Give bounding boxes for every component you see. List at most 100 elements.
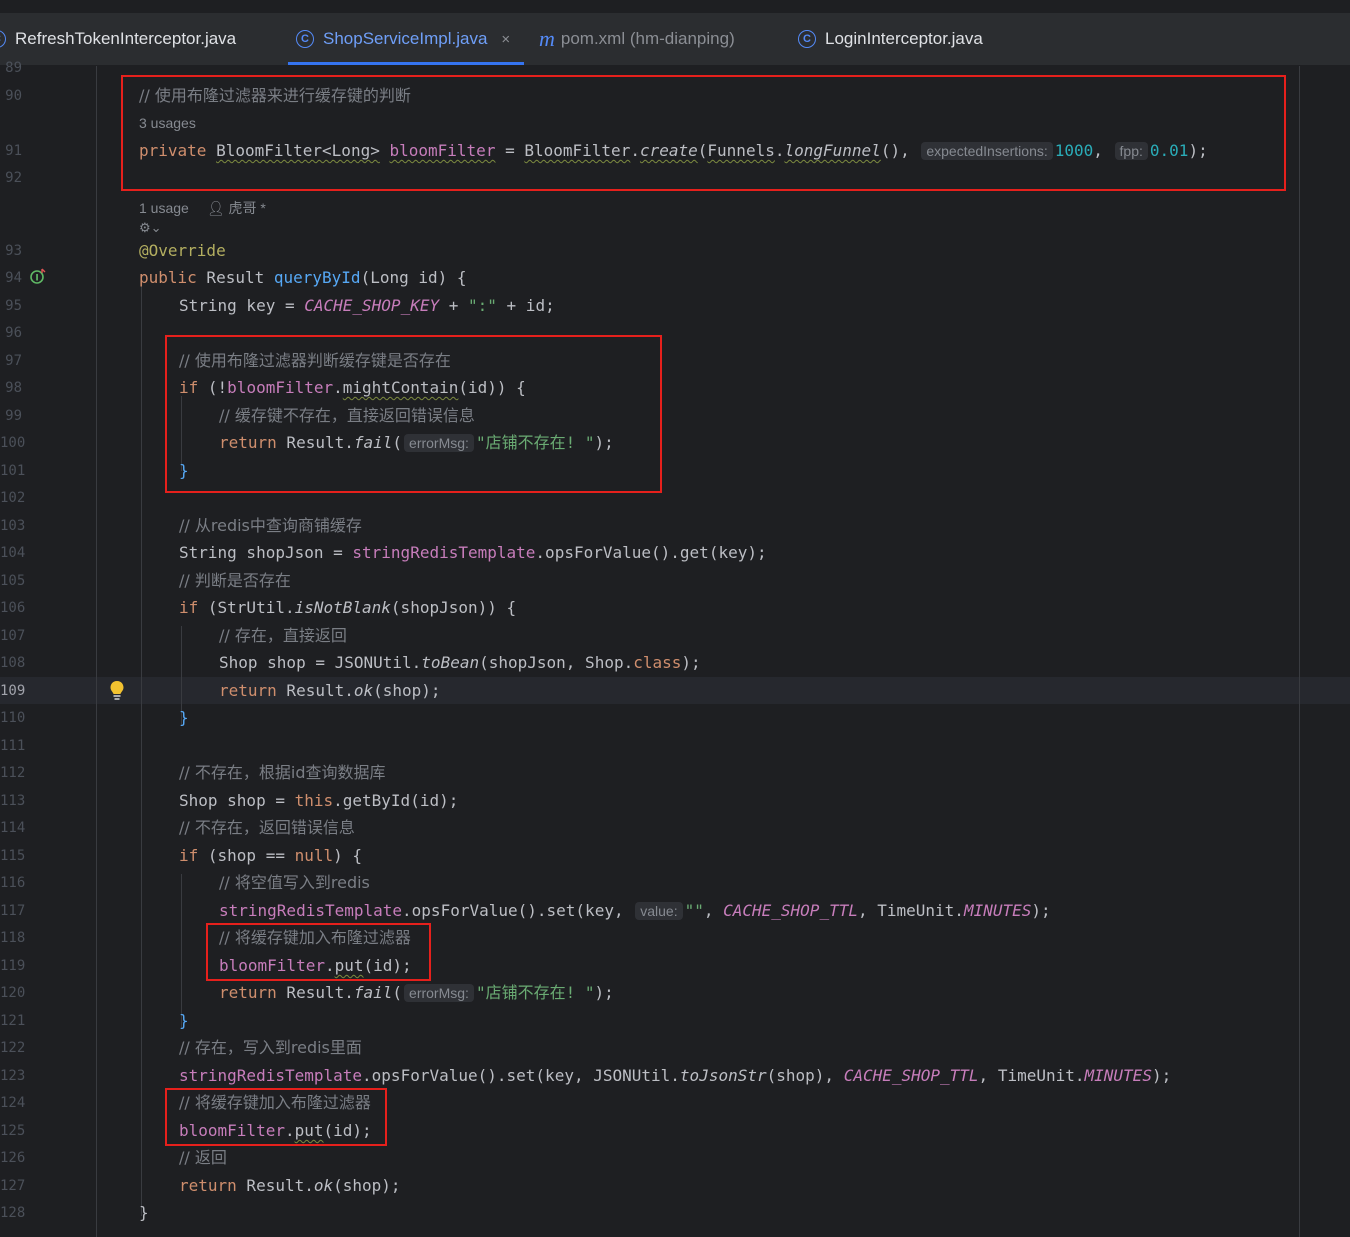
code-line: return Result.fail(errorMsg: "店铺不存在! "); [219,433,614,452]
code-line: // 将缓存键加入布隆过滤器 [219,928,411,947]
code-line: // 存在，写入到redis里面 [179,1038,362,1057]
line-number: 98 [5,380,22,396]
editor-tab-bar: C RefreshTokenInterceptor.java C ShopSer… [0,0,1350,66]
line-number: 102 [0,490,26,506]
toolbar-strip [0,0,1350,13]
line-number: 118 [0,930,26,946]
override-marker-icon[interactable]: I [30,268,46,284]
line-number: 119 [0,958,26,974]
line-number: 121 [0,1013,26,1029]
line-number: 128 [0,1205,26,1221]
line-number: 93 [5,243,22,259]
code-line: // 使用布隆过滤器来进行缓存键的判断 [139,86,411,105]
tab-label: RefreshTokenInterceptor.java [15,29,237,48]
indent-guide [181,874,182,1029]
code-line: String key = CACHE_SHOP_KEY + ":" + id; [179,296,555,315]
line-number: 96 [5,325,22,341]
class-icon: C [0,30,6,48]
code-line: private BloomFilter<Long> bloomFilter = … [139,141,1208,160]
class-icon: C [798,30,816,48]
line-number: 127 [0,1178,26,1194]
tab-login-interceptor[interactable]: C LoginInterceptor.java [798,13,983,65]
line-number-current: 109 [0,683,26,699]
line-number: 124 [0,1095,26,1111]
code-line: // 判断是否存在 [179,571,291,590]
current-line-highlight [0,677,1350,704]
class-icon: C [296,30,314,48]
usages-hint[interactable]: 1 usage 👤︎ 虎哥 * [139,198,266,218]
indent-guide [141,286,142,1216]
active-tab-indicator [288,62,524,65]
code-line: // 将缓存键加入布隆过滤器 [179,1093,371,1112]
code-line: stringRedisTemplate.opsForValue().set(ke… [179,1066,1172,1085]
code-line: bloomFilter.put(id); [179,1121,372,1140]
line-number: 106 [0,600,26,616]
code-line: if (!bloomFilter.mightContain(id)) { [179,378,526,397]
line-number: 126 [0,1150,26,1166]
line-number: 105 [0,573,26,589]
svg-text:I: I [35,274,38,284]
line-number: 120 [0,985,26,1001]
line-number: 95 [5,298,22,314]
line-number: 91 [5,143,22,159]
line-number: 111 [0,738,26,754]
code-line: return Result.fail(errorMsg: "店铺不存在! "); [219,983,614,1002]
code-line: // 不存在，根据id查询数据库 [179,763,386,782]
line-number: 122 [0,1040,26,1056]
gutter-separator [96,66,97,1237]
code-line: // 缓存键不存在，直接返回错误信息 [219,406,475,425]
tab-label: LoginInterceptor.java [825,29,983,48]
line-number: 107 [0,628,26,644]
line-number: 113 [0,793,26,809]
code-line: // 不存在，返回错误信息 [179,818,355,837]
line-number: 116 [0,875,26,891]
lightbulb-icon[interactable] [109,680,125,702]
line-number: 117 [0,903,26,919]
line-number: 104 [0,545,26,561]
line-number: 114 [0,820,26,836]
tab-shop-service-impl[interactable]: C ShopServiceImpl.java × [296,13,510,65]
line-number: 97 [5,353,22,369]
code-editor[interactable]: 89 90 91 92 93 94 95 96 97 98 99 100 101… [0,60,1350,1237]
tab-pom-xml[interactable]: m pom.xml (hm-dianping) [539,13,735,65]
maven-icon: m [539,26,555,51]
usages-hint[interactable]: 3 usages [139,115,196,131]
line-number: 115 [0,848,26,864]
line-number: 123 [0,1068,26,1084]
line-number: 92 [5,170,22,186]
right-margin-guide [1299,66,1300,1237]
tab-refresh-token-interceptor[interactable]: C RefreshTokenInterceptor.java [0,13,236,65]
code-line: if (shop == null) { [179,846,363,865]
line-number: 103 [0,518,26,534]
line-number: 89 [5,60,22,76]
code-line: } [139,1203,149,1222]
line-number: 90 [5,88,22,104]
line-number: 125 [0,1123,26,1139]
code-line: Shop shop = this.getById(id); [179,791,459,810]
code-line: return Result.ok(shop); [219,681,441,700]
code-line: } [179,461,189,480]
code-line: } [179,708,189,727]
code-line: if (StrUtil.isNotBlank(shopJson)) { [179,598,517,617]
ai-assist-icon[interactable]: ⚙⌄ [139,220,162,236]
code-line: public Result queryById(Long id) { [139,268,467,287]
author-name: 虎哥 * [228,200,266,216]
line-number: 100 [0,435,26,451]
usages-count: 1 usage [139,200,189,216]
code-line: // 使用布隆过滤器判断缓存键是否存在 [179,351,451,370]
code-line: } [179,1011,189,1030]
line-number: 110 [0,710,26,726]
code-line: // 将空值写入到redis [219,873,370,892]
code-line: @Override [139,241,226,260]
code-line: return Result.ok(shop); [179,1176,401,1195]
code-line: bloomFilter.put(id); [219,956,412,975]
code-line: String shopJson = stringRedisTemplate.op… [179,543,767,562]
line-number: 108 [0,655,26,671]
code-line: stringRedisTemplate.opsForValue().set(ke… [219,901,1051,920]
tab-label: ShopServiceImpl.java [323,29,488,48]
line-number: 101 [0,463,26,479]
code-line: Shop shop = JSONUtil.toBean(shopJson, Sh… [219,653,701,672]
tab-label: pom.xml (hm-dianping) [560,29,735,48]
close-icon[interactable]: × [501,31,510,48]
line-number: 112 [0,765,26,781]
